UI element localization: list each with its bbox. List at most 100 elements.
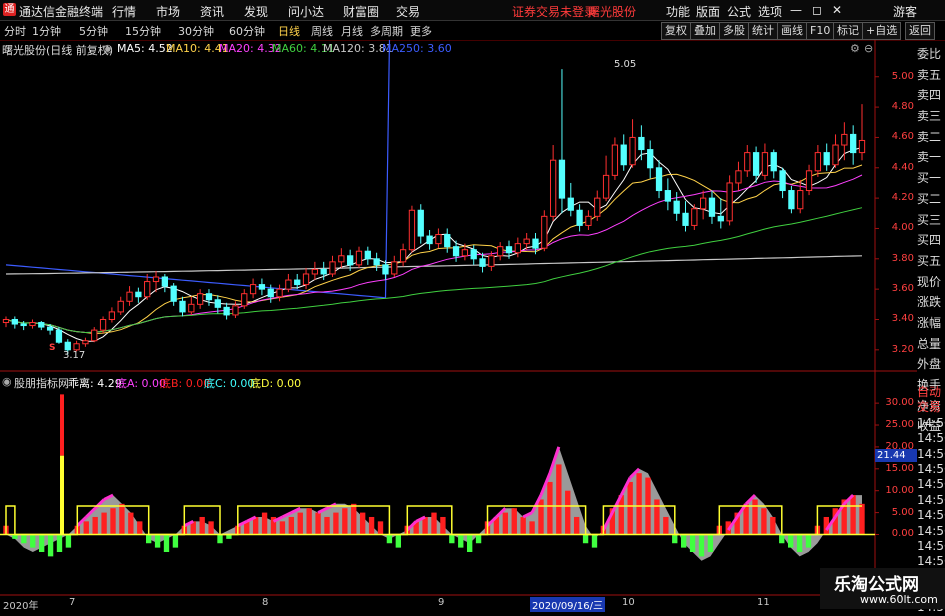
- ind-bar-up: [333, 512, 339, 535]
- tab-more[interactable]: 更多: [410, 23, 432, 39]
- menu-item-banmian[interactable]: 版面: [696, 3, 720, 20]
- tab-15min[interactable]: 15分钟: [125, 23, 161, 39]
- mark-button[interactable]: 标记: [833, 22, 863, 40]
- add-watchlist-button[interactable]: +自选: [862, 22, 902, 40]
- candle-body: [576, 209, 583, 226]
- candle-body: [664, 190, 672, 202]
- menu-item-gongneng[interactable]: 功能: [666, 3, 690, 20]
- ind-bar-down: [56, 534, 63, 552]
- menu-item-jiaoyi[interactable]: 交易: [396, 3, 420, 20]
- minimize-icon[interactable]: —: [790, 3, 802, 17]
- tab-5min[interactable]: 5分钟: [79, 23, 108, 39]
- back-button[interactable]: 返回: [905, 22, 935, 40]
- candle-body: [161, 276, 168, 287]
- tab-weekly[interactable]: 周线: [311, 23, 333, 39]
- quote-field-6: 买一: [917, 171, 942, 186]
- draw-line-button[interactable]: 画线: [777, 22, 807, 40]
- candle-body: [232, 305, 239, 316]
- candle-body: [788, 190, 795, 210]
- high-price-label: 5.05: [614, 59, 637, 70]
- price-tick-label: 4.20: [891, 192, 914, 204]
- quote-field-0: 委比: [917, 47, 942, 61]
- ma60-line: [5, 207, 863, 334]
- tab-multi-period[interactable]: 多周期: [370, 23, 403, 39]
- adjust-button[interactable]: 复权: [661, 22, 691, 40]
- ind-bar-up: [315, 512, 321, 535]
- ind-tick-label: 30.00: [885, 397, 914, 409]
- quote-field-4: 卖二: [917, 129, 942, 144]
- indicator-menu-icon[interactable]: ◉: [2, 375, 12, 388]
- candle-body: [744, 152, 751, 172]
- ind-tick-label: 15.00: [885, 462, 914, 474]
- candle-body: [170, 285, 177, 302]
- ind-bar-up: [359, 512, 366, 535]
- bottom-d-label: 底D: 0.00: [250, 377, 302, 390]
- menu-item-xuanxiang[interactable]: 选项: [758, 3, 782, 20]
- menu-item-caifuquan[interactable]: 财富圈: [343, 3, 379, 20]
- multi-stock-button[interactable]: 多股: [719, 22, 749, 40]
- kline-chart[interactable]: [0, 40, 917, 609]
- overlay-button[interactable]: 叠加: [690, 22, 720, 40]
- candle-body: [355, 250, 363, 266]
- bias-area: [6, 446, 862, 561]
- tab-1min[interactable]: 1分钟: [32, 23, 61, 39]
- tab-monthly[interactable]: 月线: [341, 23, 363, 39]
- candle-body: [682, 212, 689, 226]
- ind-bar-down: [30, 534, 36, 548]
- menu-item-shichang[interactable]: 市场: [156, 3, 180, 20]
- ind-bar-up: [288, 516, 295, 535]
- candle-body: [567, 197, 574, 211]
- bias-label: 乖离: 4.29: [68, 377, 122, 390]
- quote-field-5: 卖一: [917, 150, 942, 165]
- menu-item-zixun[interactable]: 资讯: [200, 3, 224, 20]
- price-tick-label: 4.60: [891, 131, 914, 143]
- ind-bar-down: [805, 534, 812, 548]
- candle-body: [179, 300, 186, 313]
- candle-body: [488, 255, 495, 267]
- menu-item-wenxiaoda[interactable]: 问小达: [288, 3, 324, 20]
- close-icon[interactable]: ✕: [832, 3, 842, 17]
- candle-body: [585, 215, 592, 226]
- candle-body: [620, 144, 627, 166]
- stats-button[interactable]: 统计: [748, 22, 778, 40]
- tab-fenshi[interactable]: 分时: [4, 23, 26, 39]
- ind-bar-down: [38, 534, 45, 552]
- ind-bar-up: [547, 481, 553, 535]
- tab-60min[interactable]: 60分钟: [229, 23, 265, 39]
- candle-body: [426, 235, 433, 245]
- candle-body: [841, 133, 848, 146]
- candle-body: [735, 170, 742, 184]
- candle-body: [294, 279, 301, 286]
- candle-body: [717, 215, 724, 222]
- menu-item-faxian[interactable]: 发现: [244, 3, 268, 20]
- tab-daily[interactable]: 日线: [278, 23, 300, 39]
- ind-bar-up: [654, 499, 660, 535]
- date-label-sep: 9: [438, 597, 445, 608]
- trade-row-5: 14:56: [917, 461, 945, 476]
- candle-body: [408, 209, 416, 251]
- restore-icon[interactable]: ◻: [812, 3, 822, 17]
- ind-bar-down: [672, 534, 678, 544]
- guest-user[interactable]: 游客: [893, 3, 917, 20]
- price-tick-label: 4.80: [891, 101, 914, 113]
- tab-30min[interactable]: 30分钟: [178, 23, 214, 39]
- menu-item-hangqing[interactable]: 行情: [112, 3, 136, 20]
- candle-body: [29, 322, 36, 327]
- spike-bar-bottom: [60, 455, 64, 535]
- indicator-title: 股朋指标网: [14, 377, 69, 390]
- date-label-year: 2020年: [3, 601, 39, 612]
- candle-body: [726, 182, 733, 222]
- trade-login-warning[interactable]: 证券交易未登录: [512, 3, 596, 20]
- ind-bar-up: [752, 499, 758, 535]
- quote-field-12: 涨跌: [917, 295, 942, 310]
- menu-item-gongshi[interactable]: 公式: [727, 3, 751, 20]
- candle-body: [497, 246, 504, 257]
- ind-bar-up: [119, 503, 125, 535]
- f10-button[interactable]: F10: [806, 22, 835, 40]
- candle-body: [549, 159, 557, 217]
- candle-body: [858, 139, 866, 154]
- candle-body: [152, 276, 160, 283]
- candle-body: [558, 159, 566, 199]
- price-tick-label: 4.00: [891, 222, 914, 234]
- spike-bar-top: [60, 394, 64, 456]
